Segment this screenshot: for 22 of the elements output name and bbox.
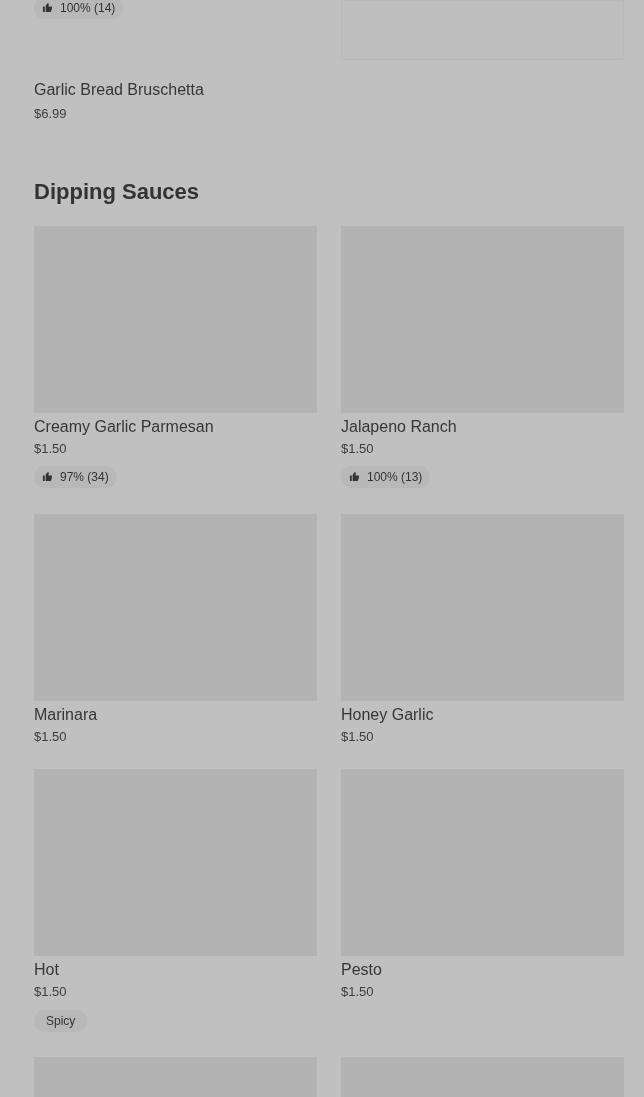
thumbs-up-icon — [42, 471, 53, 482]
item-price: $1.50 — [34, 442, 68, 456]
item-name[interactable]: Creamy Garlic Parmesan — [34, 418, 317, 436]
item-name[interactable]: Hot — [34, 961, 317, 979]
item-name[interactable]: Pesto — [341, 961, 624, 979]
item-price: $1.50 — [34, 730, 68, 744]
item-price: $1.50 — [341, 985, 375, 999]
item-price: $1.50 — [341, 730, 375, 744]
item-price: $1.50 — [341, 442, 375, 456]
item-name[interactable]: Marinara — [34, 706, 317, 724]
thumbs-up-icon — [42, 2, 53, 13]
item-price: $1.50 — [34, 985, 68, 999]
rating-text: 100% (14) — [60, 0, 116, 17]
rating-text: 100% (13) — [367, 468, 423, 486]
thumbs-up-icon — [349, 471, 360, 482]
item-name[interactable]: Honey Garlic — [341, 706, 624, 724]
item-price: $6.99 — [34, 107, 68, 121]
tag-badge: Spicy — [34, 1010, 88, 1032]
item-name[interactable]: Garlic Bread Bruschetta — [34, 81, 644, 99]
item-name[interactable]: Jalapeno Ranch — [341, 418, 624, 436]
rating-text: 97% (34) — [60, 468, 109, 486]
section-heading: Dipping Sauces — [33, 179, 201, 205]
